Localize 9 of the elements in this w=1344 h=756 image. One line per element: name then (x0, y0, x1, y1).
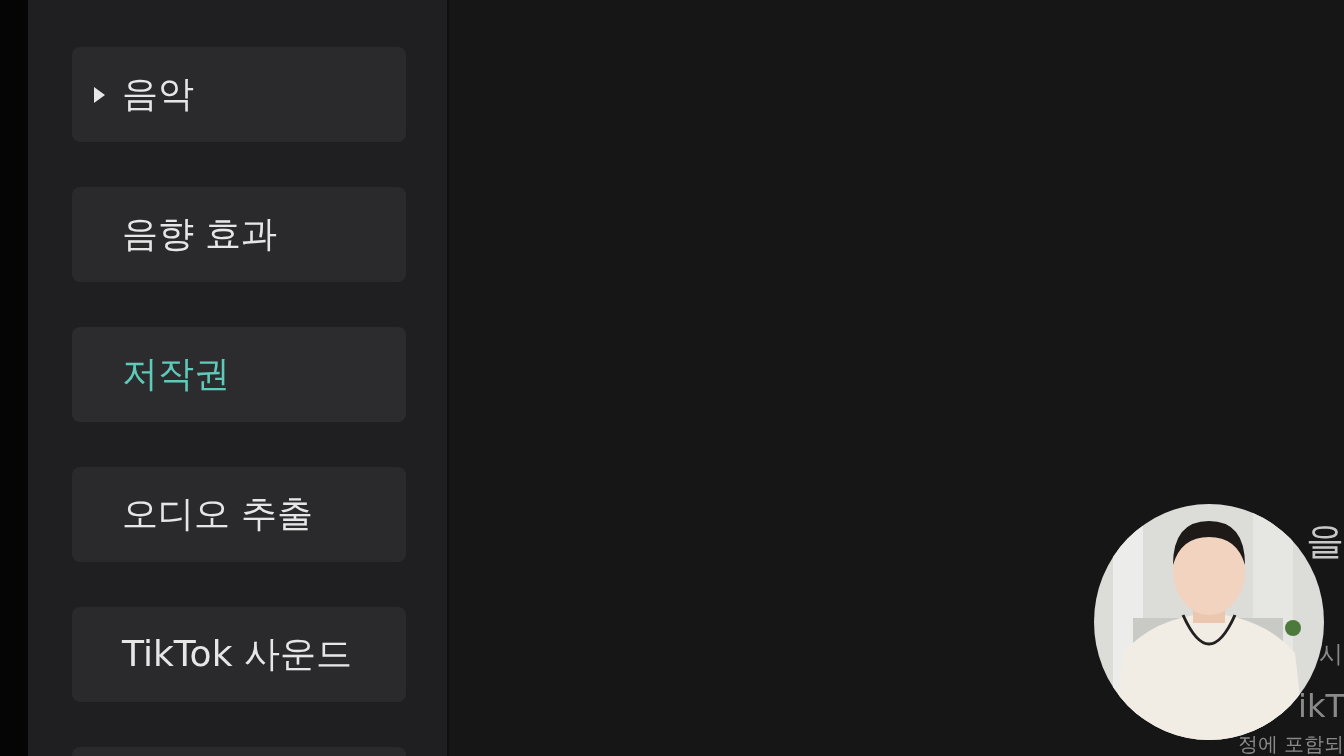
caret-right-icon[interactable] (92, 84, 106, 105)
caption-text: 정에 포함되 (1238, 734, 1344, 754)
sidebar-item[interactable]: TikTok 사운드 (72, 607, 406, 702)
sidebar-item[interactable]: 오디오 추출 (72, 467, 406, 562)
caption-text: 을 (1306, 522, 1344, 560)
sidebar-item[interactable]: 음향 효과 (72, 187, 406, 282)
sidebar-item[interactable]: 음악 (72, 47, 406, 142)
sidebar-item[interactable]: 저작권 (72, 327, 406, 422)
caption-text: 시 (1319, 642, 1343, 666)
